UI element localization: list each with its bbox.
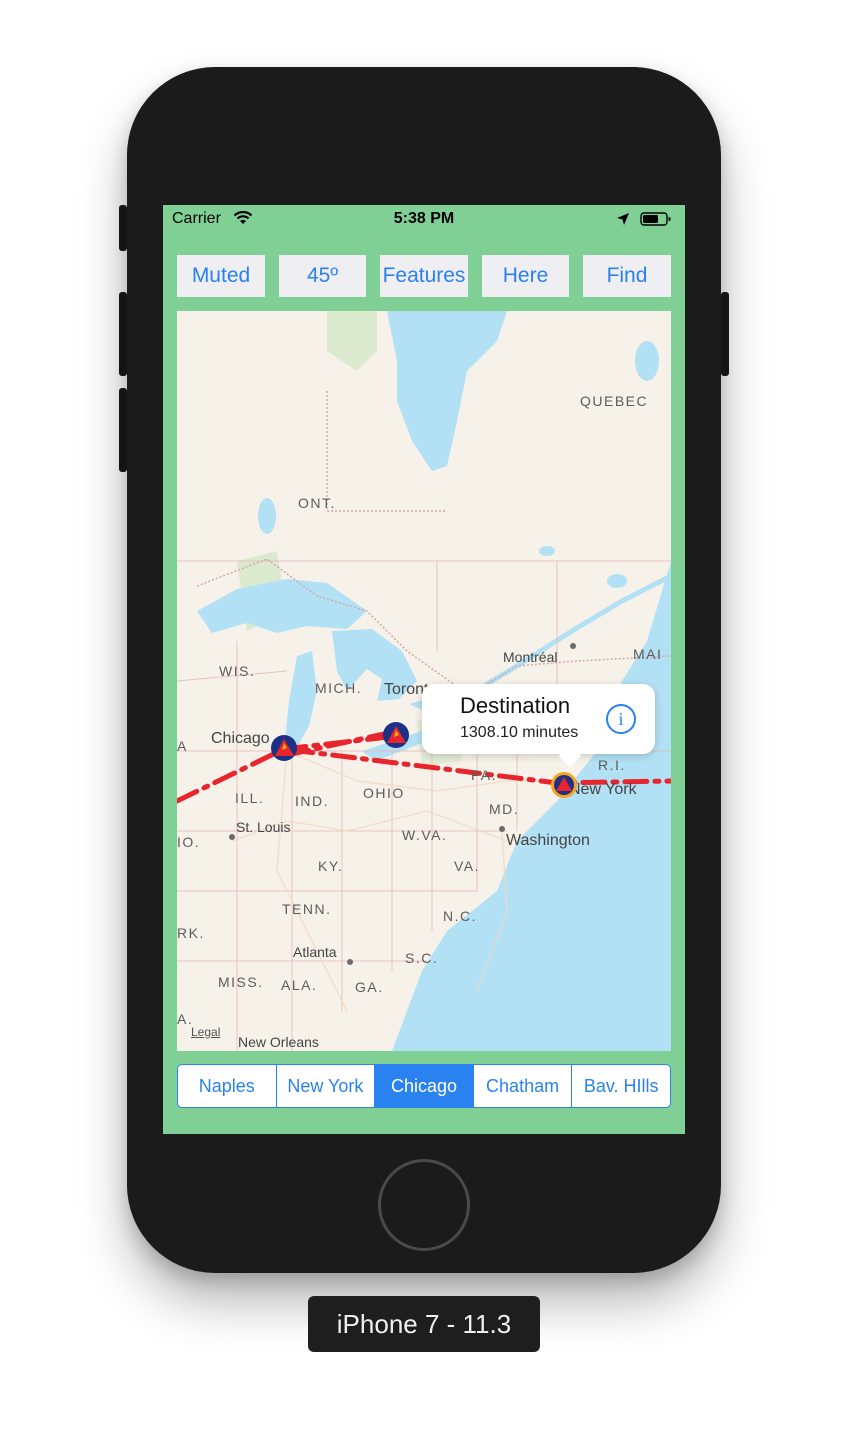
pin-icon <box>551 772 577 798</box>
map-pin-chicago[interactable] <box>270 734 298 762</box>
status-time: 5:38 PM <box>393 210 455 227</box>
status-bar: Carrier 5:38 PM <box>163 205 685 233</box>
region-label: VA. <box>454 858 481 874</box>
city-dot <box>570 643 576 649</box>
power-button <box>721 292 729 376</box>
map-pin-toronto[interactable] <box>382 721 410 749</box>
callout-subtitle: 1308.10 minutes <box>460 724 579 741</box>
location-arrow-icon <box>616 212 630 231</box>
city-label: New York <box>569 781 637 798</box>
segment-chatham[interactable]: Chatham <box>472 1065 572 1107</box>
region-label: RK. <box>177 925 205 941</box>
region-label: MD. <box>489 801 520 817</box>
map-view[interactable]: QUEBEC ONT. WIS. MICH. ILL. IND. OHIO PA… <box>177 311 671 1051</box>
city-dot <box>229 834 235 840</box>
callout-title: Destination <box>460 693 571 718</box>
city-label: St. Louis <box>236 819 291 835</box>
region-label: ALA. <box>281 977 318 993</box>
volume-down-button <box>119 388 127 472</box>
region-label: ONT. <box>298 495 336 511</box>
pin-icon <box>271 735 297 761</box>
region-label: QUEBEC <box>580 393 649 409</box>
region-label: ILL. <box>235 790 265 806</box>
region-label: PA. <box>471 767 498 783</box>
region-label: IND. <box>295 793 329 809</box>
region-label: KY. <box>318 858 344 874</box>
region-label: WIS. <box>219 663 256 679</box>
city-label: Washington <box>506 832 590 849</box>
device-label: iPhone 7 - 11.3 <box>308 1296 540 1352</box>
region-label: N.C. <box>443 908 477 924</box>
destination-callout[interactable]: Destination 1308.10 minutes i <box>422 684 655 768</box>
region-label: GA. <box>355 979 384 995</box>
segment-new-york[interactable]: New York <box>275 1065 375 1107</box>
region-label: MAI <box>633 646 663 662</box>
lake <box>258 498 276 534</box>
volume-up-button <box>119 292 127 376</box>
map-pin-destination[interactable] <box>550 771 578 799</box>
city-label: Montréal <box>503 649 558 665</box>
region-label: TENN. <box>282 901 332 917</box>
city-dot <box>347 959 353 965</box>
segment-chicago[interactable]: Chicago <box>374 1065 473 1107</box>
region-label: S.C. <box>405 950 439 966</box>
app-screen: Carrier 5:38 PM Muted 45º Features Here … <box>163 205 685 1134</box>
region-label: MICH. <box>315 680 363 696</box>
features-button[interactable]: Features <box>380 255 468 297</box>
pin-icon <box>383 722 409 748</box>
legal-link[interactable]: Legal <box>191 1025 220 1039</box>
region-label: A <box>177 738 188 754</box>
city-label: Chicago <box>211 730 270 747</box>
find-button[interactable]: Find <box>583 255 671 297</box>
lake <box>607 574 627 588</box>
lake <box>539 546 555 556</box>
segment-naples[interactable]: Naples <box>178 1065 276 1107</box>
region-label: OHIO <box>363 785 405 801</box>
region-label: IO. <box>177 834 201 850</box>
city-label: New Orleans <box>238 1034 319 1050</box>
angle-button[interactable]: 45º <box>279 255 366 297</box>
info-icon[interactable]: i <box>606 704 636 734</box>
city-dot <box>499 826 505 832</box>
segment-bav-hills[interactable]: Bav. HIlls <box>571 1065 670 1107</box>
region-label: R.I. <box>598 757 626 773</box>
region-label: MISS. <box>218 974 264 990</box>
mute-switch <box>119 205 127 251</box>
city-label: Atlanta <box>293 944 337 960</box>
battery-icon <box>640 212 672 226</box>
home-button[interactable] <box>378 1159 470 1251</box>
lake <box>635 341 659 381</box>
muted-button[interactable]: Muted <box>177 255 265 297</box>
destination-segmented-control[interactable]: Naples New York Chicago Chatham Bav. HIl… <box>177 1064 671 1108</box>
region-label: W.VA. <box>402 827 448 843</box>
here-button[interactable]: Here <box>482 255 569 297</box>
